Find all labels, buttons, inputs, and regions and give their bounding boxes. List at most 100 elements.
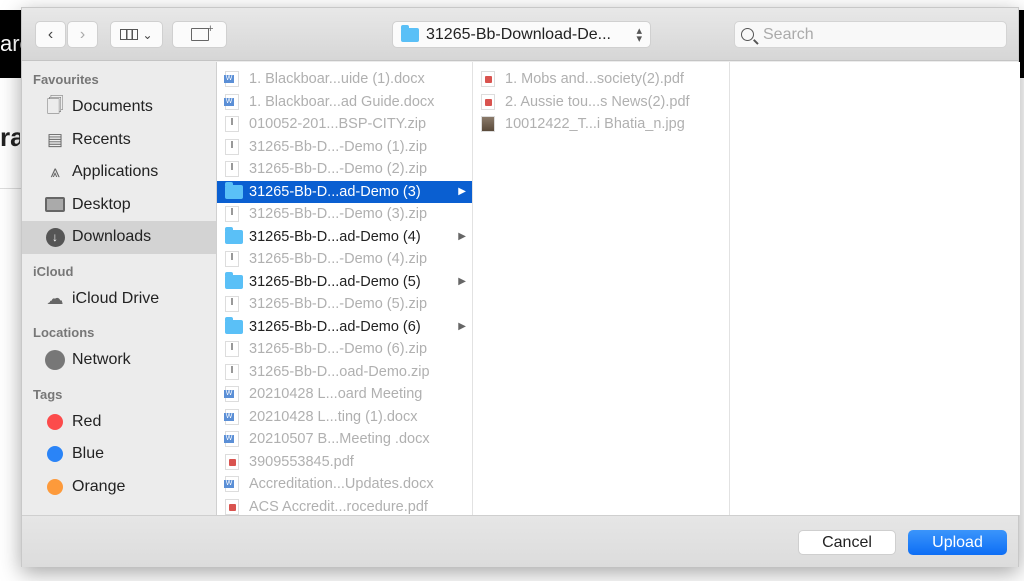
file-name: 20210428 L...ting (1).docx xyxy=(249,408,418,425)
sidebar-tag-orange[interactable]: Orange xyxy=(22,471,216,504)
doc-file-icon xyxy=(224,476,239,493)
file-item[interactable]: 31265-Bb-D...oad-Demo.zip xyxy=(217,361,472,384)
file-open-dialog: ‹ › ⌄ + 31265-Bb-Download-De... ▴ ▾ Search… xyxy=(21,7,1020,567)
file-name: ACS Accredit...rocedure.pdf xyxy=(249,498,428,515)
file-name: 31265-Bb-D...-Demo (4).zip xyxy=(249,251,428,268)
sidebar-item-icloud-drive[interactable]: ☁ iCloud Drive xyxy=(22,283,216,316)
file-item[interactable]: Accreditation...Updates.docx xyxy=(217,473,472,496)
sidebar-item-desktop[interactable]: Desktop xyxy=(22,189,216,222)
file-item[interactable]: 31265-Bb-D...-Demo (3).zip xyxy=(217,203,472,226)
file-name: 3909553845.pdf xyxy=(249,453,354,470)
sidebar-item-label: iCloud Drive xyxy=(72,289,160,307)
sidebar-section-locations: Locations xyxy=(33,325,95,340)
path-dropdown[interactable]: 31265-Bb-Download-De... ▴ ▾ xyxy=(392,21,651,48)
folder-icon xyxy=(401,24,419,42)
chevron-down-icon: ⌄ xyxy=(142,27,153,42)
file-item[interactable]: 31265-Bb-D...-Demo (1).zip xyxy=(217,136,472,159)
file-item[interactable]: 3909553845.pdf xyxy=(217,451,472,474)
file-name: 31265-Bb-D...ad-Demo (6) xyxy=(249,318,421,335)
folder-item[interactable]: 31265-Bb-D...ad-Demo (6) ▶ xyxy=(217,316,472,339)
background-banner: are xyxy=(0,10,22,78)
sidebar-item-label: Red xyxy=(72,412,102,430)
zip-file-icon xyxy=(225,251,239,268)
file-item[interactable]: 1. Blackboar...ad Guide.docx xyxy=(217,91,472,114)
folder-plus-icon: + xyxy=(190,23,214,41)
file-name: 31265-Bb-D...-Demo (5).zip xyxy=(249,296,428,313)
folder-item[interactable]: 31265-Bb-D...ad-Demo (4) ▶ xyxy=(217,226,472,249)
path-label: 31265-Bb-Download-De... xyxy=(426,25,611,43)
sidebar-item-label: Blue xyxy=(72,445,105,463)
pdf-file-icon xyxy=(225,498,239,515)
chevron-right-icon: › xyxy=(79,25,86,43)
zip-file-icon xyxy=(225,363,239,380)
tag-dot-icon xyxy=(44,477,66,497)
new-folder-button[interactable]: + xyxy=(172,21,227,48)
toolbar: ‹ › ⌄ + 31265-Bb-Download-De... ▴ ▾ Search xyxy=(22,8,1018,61)
folder-icon xyxy=(225,271,243,289)
sidebar-section-icloud: iCloud xyxy=(33,263,74,279)
back-button[interactable]: ‹ xyxy=(35,21,66,48)
zip-file-icon xyxy=(225,116,239,133)
file-name: 20210428 L...oard Meeting xyxy=(249,386,423,403)
file-item[interactable]: 1. Mobs and...society(2).pdf xyxy=(473,68,729,91)
file-item[interactable]: 20210428 L...oard Meeting xyxy=(217,383,472,406)
sidebar-item-recents[interactable]: ▤ Recents xyxy=(22,124,216,157)
sidebar-item-network[interactable]: Network xyxy=(22,344,216,377)
file-item[interactable]: 31265-Bb-D...-Demo (4).zip xyxy=(217,248,472,271)
file-item[interactable]: 2. Aussie tou...s News(2).pdf xyxy=(473,91,729,114)
search-placeholder: Search xyxy=(763,25,814,43)
sidebar-item-documents[interactable]: 🗍 Documents xyxy=(22,91,216,124)
file-item[interactable]: 31265-Bb-D...-Demo (2).zip xyxy=(217,158,472,181)
file-name: 20210507 B...Meeting .docx xyxy=(249,431,430,448)
file-item[interactable]: 20210428 L...ting (1).docx xyxy=(217,406,472,429)
img-file-icon xyxy=(481,116,495,133)
file-name: 1. Blackboar...ad Guide.docx xyxy=(249,93,435,110)
file-item[interactable]: 010052-201...BSP-CITY.zip xyxy=(217,113,472,136)
sidebar-item-label: Network xyxy=(72,351,131,369)
sidebar-item-label: Recents xyxy=(72,130,131,148)
tag-dot-icon xyxy=(44,444,66,464)
file-item[interactable]: 1. Blackboar...uide (1).docx xyxy=(217,68,472,91)
folder-item[interactable]: 31265-Bb-D...ad-Demo (3) ▶ xyxy=(217,180,472,203)
pdf-file-icon xyxy=(481,71,495,88)
upload-button[interactable]: Upload xyxy=(908,530,1007,555)
search-field[interactable]: Search xyxy=(734,21,1007,48)
dialog-footer: Cancel Upload xyxy=(22,515,1018,567)
file-item[interactable]: 31265-Bb-D...-Demo (5).zip xyxy=(217,293,472,316)
sidebar-item-applications[interactable]: ⩓ Applications xyxy=(22,156,216,189)
disclosure-arrow-icon: ▶ xyxy=(458,186,466,198)
sidebar-item-label: Desktop xyxy=(72,195,131,213)
file-name: 10012422_T...i Bhatia_n.jpg xyxy=(505,116,685,133)
sidebar-tag-red[interactable]: Red xyxy=(22,406,216,439)
clock-icon: ▤ xyxy=(46,129,64,149)
applications-icon: ⩓ xyxy=(50,162,60,182)
file-item[interactable]: ACS Accredit...rocedure.pdf xyxy=(217,496,472,516)
pdf-file-icon xyxy=(225,453,239,470)
file-name: 31265-Bb-D...oad-Demo.zip xyxy=(249,363,430,380)
disclosure-arrow-icon: ▶ xyxy=(458,321,466,333)
disclosure-arrow-icon: ▶ xyxy=(458,276,466,288)
sidebar-tag-blue[interactable]: Blue xyxy=(22,438,216,471)
view-mode-button[interactable]: ⌄ xyxy=(110,21,163,48)
forward-button[interactable]: › xyxy=(67,21,98,48)
zip-file-icon xyxy=(225,296,239,313)
sidebar: Favourites 🗍 Documents ▤ Recents ⩓ Applicat… xyxy=(22,62,216,515)
file-item[interactable]: 31265-Bb-D...-Demo (6).zip xyxy=(217,338,472,361)
folder-item[interactable]: 31265-Bb-D...ad-Demo (5) ▶ xyxy=(217,271,472,294)
disclosure-arrow-icon: ▶ xyxy=(458,231,466,243)
pdf-file-icon xyxy=(481,93,495,110)
tag-dot-icon xyxy=(44,412,66,432)
file-name: 31265-Bb-D...-Demo (1).zip xyxy=(249,138,428,155)
file-item[interactable]: 10012422_T...i Bhatia_n.jpg xyxy=(473,113,729,136)
chevron-left-icon: ‹ xyxy=(47,25,54,43)
file-name: 31265-Bb-D...ad-Demo (3) xyxy=(249,183,421,200)
column-2[interactable]: 1. Mobs and...society(2).pdf 2. Aussie to… xyxy=(473,62,730,515)
doc-file-icon xyxy=(224,93,239,110)
column-browser: 1. Blackboar...uide (1).docx 1. Blackboar… xyxy=(216,62,1020,515)
sidebar-item-downloads[interactable]: ↓ Downloads xyxy=(22,221,216,254)
sidebar-section-tags: Tags xyxy=(33,386,63,402)
file-item[interactable]: 20210507 B...Meeting .docx xyxy=(217,428,472,451)
column-3[interactable] xyxy=(730,62,1021,515)
cancel-button[interactable]: Cancel xyxy=(798,530,896,555)
column-1[interactable]: 1. Blackboar...uide (1).docx 1. Blackboar… xyxy=(217,62,473,515)
